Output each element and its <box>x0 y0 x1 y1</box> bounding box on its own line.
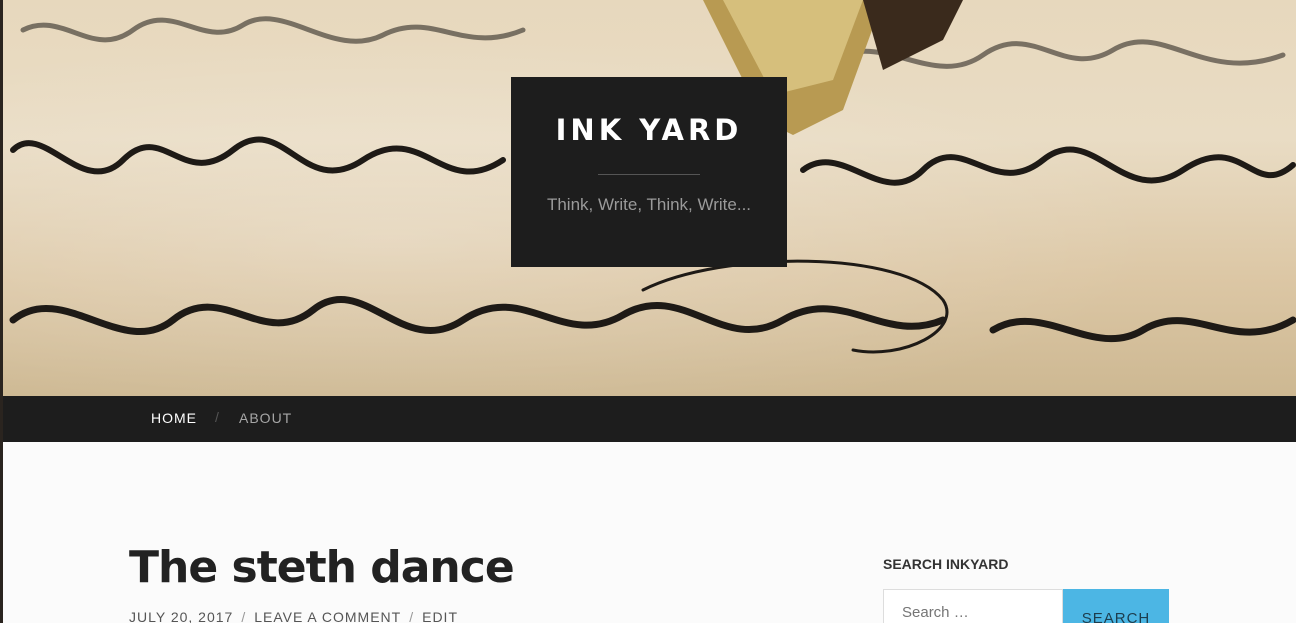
leave-comment-link[interactable]: LEAVE A COMMENT <box>254 609 401 623</box>
search-input[interactable] <box>883 589 1063 623</box>
site-title[interactable]: INK YARD <box>511 113 787 147</box>
site-header: INK YARD Think, Write, Think, Write... <box>3 0 1296 396</box>
post-title[interactable]: The steth dance <box>129 542 515 593</box>
site-branding: INK YARD Think, Write, Think, Write... <box>511 77 787 267</box>
meta-separator: / <box>409 609 415 623</box>
search-button[interactable]: SEARCH <box>1063 589 1169 623</box>
nav-item-about[interactable]: ABOUT <box>239 410 292 426</box>
edit-post-link[interactable]: EDIT <box>422 609 458 623</box>
title-divider <box>598 174 700 175</box>
nav-separator: / <box>215 409 219 425</box>
search-widget-title: SEARCH INKYARD <box>883 556 1009 572</box>
nav-item-home[interactable]: HOME <box>151 410 197 426</box>
site-tagline: Think, Write, Think, Write... <box>546 195 752 214</box>
meta-separator: / <box>241 609 247 623</box>
main-navigation: HOME / ABOUT <box>3 396 1296 442</box>
main-content: The steth dance JULY 20, 2017 / LEAVE A CO… <box>3 442 1296 623</box>
post-date-link[interactable]: JULY 20, 2017 <box>129 609 233 623</box>
post-meta: JULY 20, 2017 / LEAVE A COMMENT / EDIT <box>129 609 458 623</box>
